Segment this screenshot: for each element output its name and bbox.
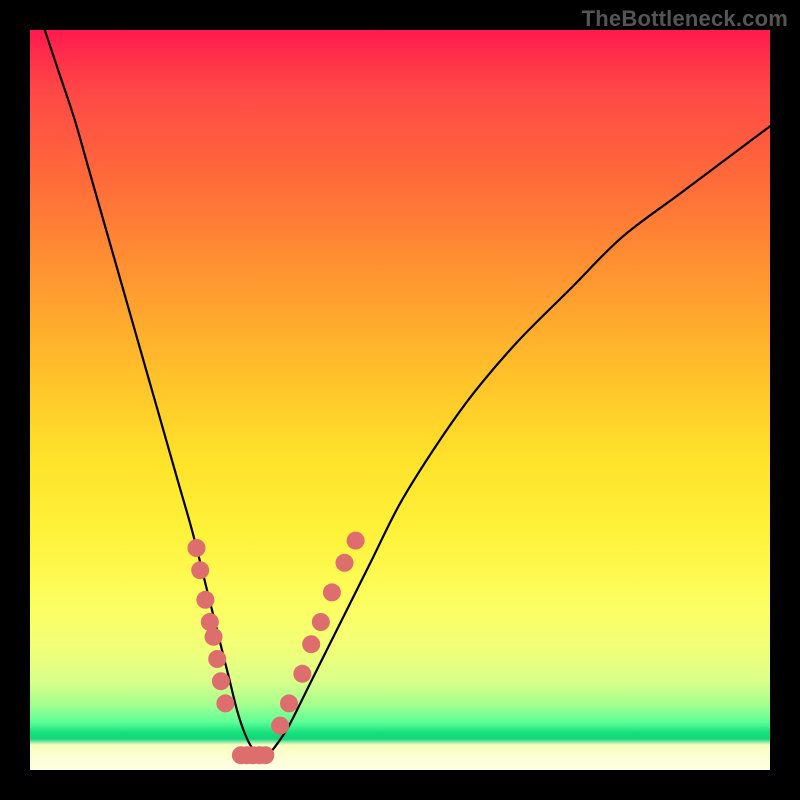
watermark-text: TheBottleneck.com	[582, 6, 788, 32]
sample-point	[256, 746, 274, 764]
bottleneck-curve	[45, 30, 770, 756]
sample-point	[205, 628, 223, 646]
sample-point	[323, 583, 341, 601]
sample-point	[196, 591, 214, 609]
sample-point	[280, 694, 298, 712]
sample-point	[347, 532, 365, 550]
sample-point	[188, 539, 206, 557]
plot-area	[30, 30, 770, 770]
sample-point	[312, 613, 330, 631]
sample-points-group	[188, 532, 365, 765]
sample-point	[208, 650, 226, 668]
sample-point	[293, 665, 311, 683]
sample-point	[216, 694, 234, 712]
chart-stage: TheBottleneck.com	[0, 0, 800, 800]
sample-point	[191, 561, 209, 579]
sample-point	[336, 554, 354, 572]
sample-point	[271, 717, 289, 735]
sample-point	[302, 635, 320, 653]
sample-point	[212, 672, 230, 690]
chart-overlay-svg	[30, 30, 770, 770]
